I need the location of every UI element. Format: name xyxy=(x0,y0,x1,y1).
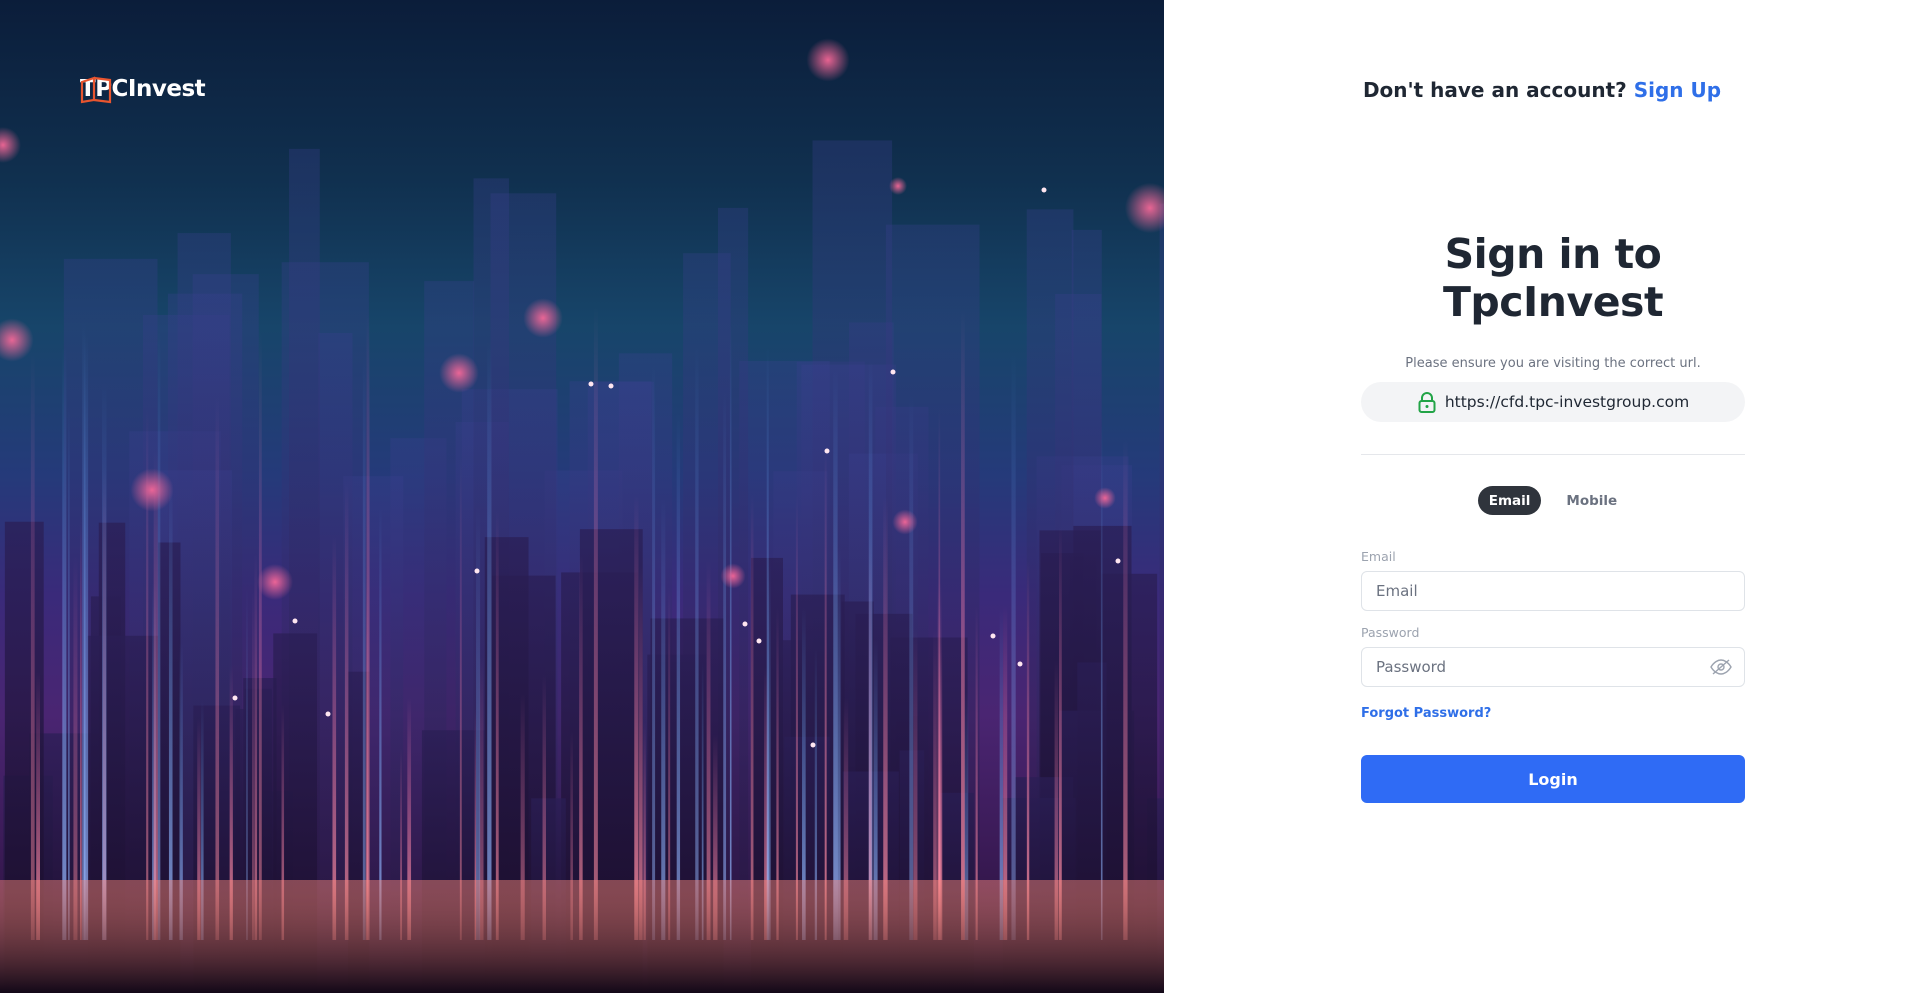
email-field-wrapper xyxy=(1361,571,1745,611)
lock-icon xyxy=(1418,392,1436,413)
light-beam xyxy=(1058,525,1062,940)
bokeh-light xyxy=(720,563,746,589)
light-beam xyxy=(795,495,798,940)
password-label: Password xyxy=(1361,625,1420,640)
tab-email[interactable]: Email xyxy=(1477,486,1542,515)
sparkle-light xyxy=(1041,187,1047,193)
light-beam xyxy=(766,345,769,941)
light-beam xyxy=(80,514,82,940)
bokeh-light xyxy=(806,38,850,82)
light-beam xyxy=(1011,352,1016,941)
sparkle-light xyxy=(990,633,996,639)
light-beam xyxy=(695,345,699,940)
light-beam xyxy=(652,363,656,940)
tab-mobile[interactable]: Mobile xyxy=(1555,486,1628,515)
sparkle-light xyxy=(810,742,816,748)
light-beam xyxy=(215,395,220,941)
sparkle-light xyxy=(325,711,331,717)
email-label: Email xyxy=(1361,549,1396,564)
url-badge: https://cfd.tpc-investgroup.com xyxy=(1361,382,1745,422)
bokeh-light xyxy=(1124,182,1164,234)
password-field-wrapper xyxy=(1361,647,1745,687)
eye-off-icon[interactable] xyxy=(1710,658,1732,676)
light-beam xyxy=(62,346,67,941)
bokeh-light xyxy=(257,564,293,600)
light-beam xyxy=(723,389,727,940)
light-beam xyxy=(487,341,492,940)
divider xyxy=(1361,454,1745,455)
bokeh-light xyxy=(892,509,918,535)
light-beam xyxy=(68,404,70,940)
sparkle-light xyxy=(474,568,480,574)
light-beam xyxy=(102,381,107,940)
sparkle-light xyxy=(292,618,298,624)
light-beam xyxy=(883,496,888,940)
sparkle-light xyxy=(890,369,896,375)
login-button[interactable]: Login xyxy=(1361,755,1745,803)
light-beam xyxy=(495,508,499,940)
light-beam xyxy=(459,456,462,940)
light-beam xyxy=(961,309,965,941)
light-beam xyxy=(1123,438,1128,940)
sparkle-light xyxy=(756,638,762,644)
password-field[interactable] xyxy=(1376,658,1730,676)
light-beam xyxy=(750,494,754,940)
light-beam xyxy=(676,412,681,940)
light-beam xyxy=(168,478,173,940)
sparkle-light xyxy=(742,621,748,627)
light-beam xyxy=(909,393,914,940)
signup-prompt: Don't have an account? Sign Up xyxy=(1164,78,1920,102)
light-beam xyxy=(30,351,35,940)
sparkle-light xyxy=(1115,558,1121,564)
book-outline-icon xyxy=(80,76,112,104)
sign-in-panel: Don't have an account? Sign Up Sign in t… xyxy=(1164,0,1920,993)
signup-prompt-text: Don't have an account? xyxy=(1362,78,1627,102)
sparkle-light xyxy=(588,381,594,387)
sparkle-light xyxy=(232,695,238,701)
light-beam xyxy=(379,506,382,940)
bokeh-light xyxy=(439,353,479,393)
light-beam xyxy=(153,450,158,940)
light-beam xyxy=(634,494,639,940)
ground-reflection xyxy=(0,880,1164,993)
light-beam xyxy=(157,329,161,941)
email-field[interactable] xyxy=(1376,582,1730,600)
sign-up-link[interactable]: Sign Up xyxy=(1634,78,1721,102)
login-form: Sign in to TpcInvest Please ensure you a… xyxy=(1361,230,1745,803)
login-method-tabs: Email Mobile xyxy=(1361,486,1745,515)
page-title: Sign in to TpcInvest xyxy=(1442,230,1664,326)
sparkle-light xyxy=(824,448,830,454)
light-beam xyxy=(332,535,337,940)
bokeh-light xyxy=(0,127,21,163)
bokeh-light xyxy=(1094,487,1116,509)
hero-background-image: TPCInvest xyxy=(0,0,1164,993)
url-text: https://cfd.tpc-investgroup.com xyxy=(1444,393,1690,411)
light-beam xyxy=(258,330,262,940)
bokeh-light xyxy=(0,318,34,362)
light-beam xyxy=(82,319,86,940)
bokeh-light xyxy=(523,298,563,338)
brand-logo[interactable]: TPCInvest xyxy=(80,76,206,104)
light-beam xyxy=(362,354,366,940)
light-beam xyxy=(824,445,827,940)
light-beam xyxy=(661,497,666,940)
light-beam xyxy=(729,323,732,941)
light-beam xyxy=(868,532,872,940)
forgot-password-link[interactable]: Forgot Password? xyxy=(1361,706,1491,721)
sparkle-light xyxy=(1017,661,1023,667)
light-beam xyxy=(344,482,349,940)
light-beam xyxy=(833,369,838,940)
bokeh-light xyxy=(889,177,907,195)
sparkle-light xyxy=(608,383,614,389)
url-notice: Please ensure you are visiting the corre… xyxy=(1405,356,1701,371)
light-beam xyxy=(593,305,598,940)
city-skyline-illustration xyxy=(0,38,1164,993)
bokeh-light xyxy=(130,468,174,512)
